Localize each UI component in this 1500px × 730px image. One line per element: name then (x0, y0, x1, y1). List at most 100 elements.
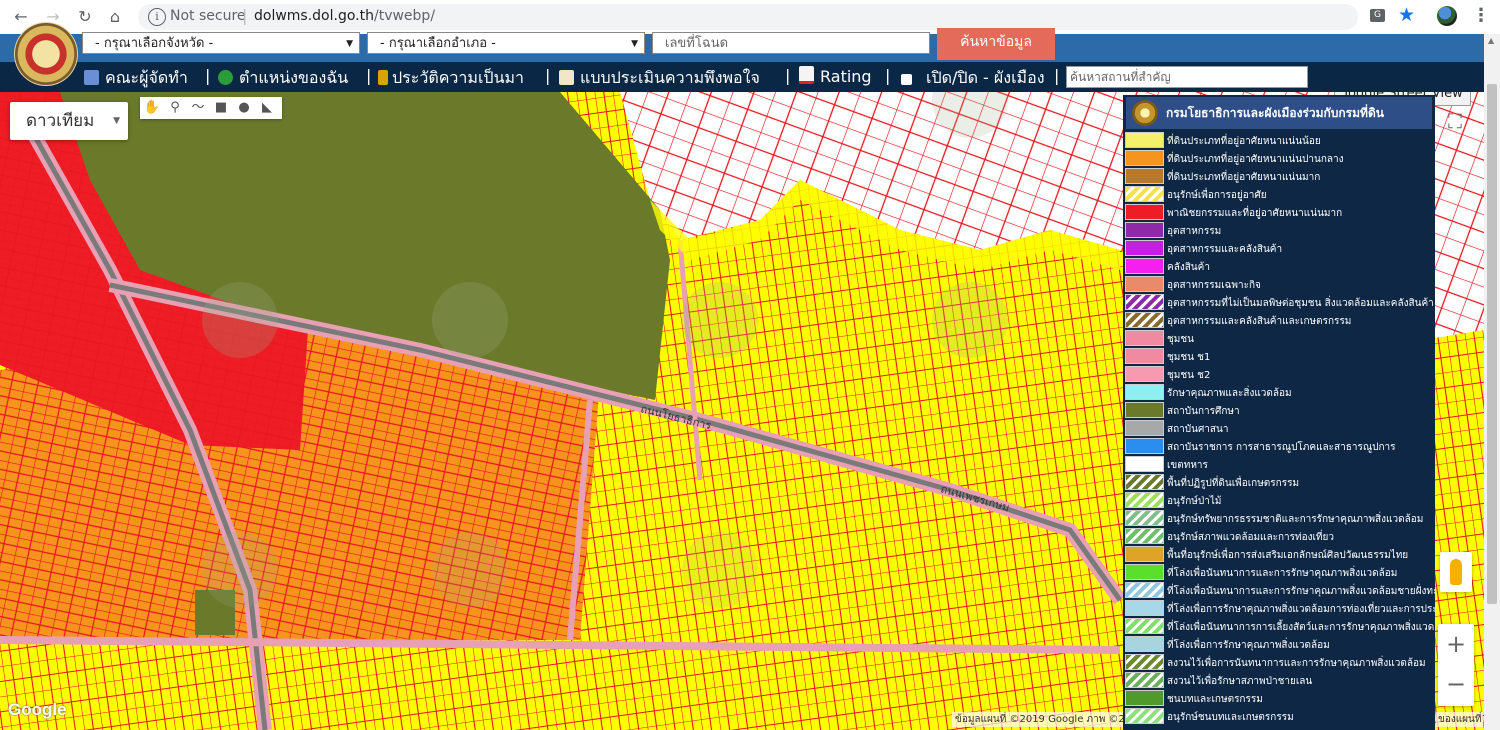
legend-item: ที่โล่งเพื่อการรักษาคุณภาพสิ่งแวดล้อม (1123, 636, 1435, 654)
profile-avatar-icon[interactable] (1437, 6, 1457, 26)
legend-label: อนุรักษ์ชนบทและเกษตรกรรม (1167, 712, 1294, 723)
url-host: dolwms.dol.go.th (254, 8, 374, 24)
legend-item: พื้นที่อนุรักษ์เพื่อการส่งเสริมเอกลักษณ์… (1123, 546, 1435, 564)
legend-label: เขตทหาร (1167, 460, 1208, 471)
legend-title: กรมโยธาธิการและผังเมืองร่วมกับกรมที่ดิน (1166, 106, 1384, 120)
legend-item: เขตทหาร (1123, 456, 1435, 474)
chevron-down-icon: ▼ (346, 39, 353, 49)
legend-swatch (1125, 672, 1164, 688)
info-icon[interactable]: i (148, 8, 166, 26)
legend-item: อุตสาหกรรม (1123, 222, 1435, 240)
legend-swatch (1125, 258, 1164, 274)
legend-swatch (1125, 204, 1164, 220)
nav-item-toggle-cityplan-label: เปิด/ปิด - ผังเมือง (926, 68, 1045, 87)
legend-swatch (1125, 456, 1164, 472)
nav-item-my-location-label: ตำแหน่งของฉัน (239, 68, 349, 87)
pegman-icon[interactable] (1440, 552, 1472, 592)
security-label: Not secure (170, 8, 246, 24)
checkbox-icon[interactable] (901, 74, 912, 85)
zoning-legend-panel: กรมโยธาธิการและผังเมืองร่วมกับกรมที่ดิน … (1123, 95, 1435, 730)
legend-swatch (1125, 510, 1164, 526)
nav-item-survey[interactable]: แบบประเมินความพึงพอใจ (559, 66, 760, 91)
legend-label: ที่โล่งเพื่อการรักษาคุณภาพสิ่งแวดล้อม (1167, 640, 1330, 651)
back-icon[interactable]: ← (10, 6, 32, 28)
nav-item-my-location[interactable]: ตำแหน่งของฉัน (218, 66, 348, 91)
legend-item: ชุมชน (1123, 330, 1435, 348)
deed-number-input[interactable]: เลขที่โฉนด (652, 32, 930, 54)
marker-icon[interactable]: ⚲ (165, 99, 185, 117)
polyline-icon[interactable]: 〜 (188, 99, 208, 117)
legend-label: ที่ดินประเภทที่อยู่อาศัยหนาแน่นมาก (1167, 172, 1321, 183)
legend-swatch (1125, 402, 1164, 418)
scroll-up-icon[interactable]: ▲ (1488, 36, 1494, 45)
bookmark-star-icon[interactable]: ★ (1398, 4, 1415, 26)
map-type-value: ดาวเทียม (26, 111, 95, 131)
department-logo (1132, 100, 1158, 126)
nav-item-history[interactable]: ประวัติความเป็นมา (378, 66, 524, 91)
reload-icon[interactable]: ↻ (74, 6, 96, 28)
legend-item: อุตสาหกรรมและคลังสินค้า (1123, 240, 1435, 258)
polygon-icon[interactable]: ◣ (257, 99, 277, 117)
map-attribution-right[interactable]: ของแผนที่ (1436, 712, 1484, 727)
legend-item: ที่โล่งเพื่อนันทนาการการเลี้ยงสัตว์และกา… (1123, 618, 1435, 636)
legend-item: พื้นที่ปฏิรูปที่ดินเพื่อเกษตรกรรม (1123, 474, 1435, 492)
legend-swatch (1125, 276, 1164, 292)
circle-icon[interactable]: ● (234, 99, 254, 117)
scrollbar-thumb[interactable] (1487, 84, 1497, 604)
nav-item-rating[interactable]: Rating (799, 66, 872, 86)
chevron-down-icon: ▼ (113, 116, 120, 126)
legend-item: ที่โล่งเพื่อนันทนาการและการรักษาคุณภาพสิ… (1123, 582, 1435, 600)
legend-label: อุตสาหกรรมเฉพาะกิจ (1167, 280, 1261, 291)
legend-swatch (1125, 474, 1164, 490)
province-select[interactable]: - กรุณาเลือกจังหวัด - ▼ (82, 32, 360, 54)
map-attribution[interactable]: ข้อมูลแผนที่ ©2019 Google ภาพ ©2019 (952, 712, 1147, 727)
url-separator: | (242, 6, 248, 25)
hand-pan-icon[interactable]: ✋ (142, 99, 162, 117)
legend-item: ที่ดินประเภทที่อยู่อาศัยหนาแน่นมาก (1123, 168, 1435, 186)
legend-item: สงวนไว้เพื่อรักษาสภาพป่าชายเลน (1123, 672, 1435, 690)
legend-label: สถาบันการศึกษา (1167, 406, 1240, 417)
zoom-control: + − (1438, 624, 1474, 706)
nav-item-team[interactable]: คณะผู้จัดทำ (84, 66, 188, 91)
legend-swatch (1125, 330, 1164, 346)
map-type-select[interactable]: ดาวเทียม ▼ (10, 102, 128, 140)
legend-swatch (1125, 546, 1164, 562)
legend-label: ที่ดินประเภทที่อยู่อาศัยหนาแน่นน้อย (1167, 136, 1321, 147)
legend-swatch (1125, 294, 1164, 310)
legend-item: คลังสินค้า (1123, 258, 1435, 276)
legend-label: ชุมชน ช2 (1167, 370, 1211, 381)
legend-item: ที่ดินประเภทที่อยู่อาศัยหนาแน่นปานกลาง (1123, 150, 1435, 168)
nav-separator: | (1054, 66, 1060, 85)
legend-item: ที่โล่งเพื่อนันทนาการและการรักษาคุณภาพสิ… (1123, 564, 1435, 582)
zoom-in-button[interactable]: + (1438, 624, 1474, 664)
seedling-icon (378, 70, 388, 85)
legend-item: อุตสาหกรรมและคลังสินค้าและเกษตรกรรม (1123, 312, 1435, 330)
legend-label: คลังสินค้า (1167, 262, 1210, 273)
page-scrollbar[interactable]: ▲ (1484, 34, 1500, 730)
legend-label: ชุมชน (1167, 334, 1195, 345)
address-bar[interactable]: i Not secure | dolwms.dol.go.th/tvwebp/ (138, 4, 1358, 30)
district-select[interactable]: - กรุณาเลือกอำเภอ - ▼ (367, 32, 645, 54)
legend-item: ชุมชน ช2 (1123, 366, 1435, 384)
rectangle-icon[interactable]: ■ (211, 99, 231, 117)
legend-label: ชุมชน ช1 (1167, 352, 1211, 363)
search-data-button[interactable]: ค้นหาข้อมูล (937, 28, 1055, 60)
browser-menu-icon[interactable]: ⋮ (1472, 5, 1490, 26)
chart-icon (799, 66, 814, 84)
translate-icon[interactable]: G (1370, 9, 1385, 22)
home-icon[interactable]: ⌂ (104, 6, 126, 28)
legend-swatch (1125, 618, 1164, 634)
nav-separator: | (545, 66, 551, 85)
place-search-input[interactable]: ค้นหาสถานที่สำคัญ (1066, 66, 1308, 88)
legend-swatch (1125, 186, 1164, 202)
fullscreen-icon[interactable]: ⛶ (1440, 106, 1470, 136)
legend-label: ลงวนไว้เพื่อการนันทนาการและการรักษาคุณภา… (1167, 658, 1426, 669)
google-logo: Google (8, 700, 67, 719)
url-path: /tvwebp/ (373, 8, 436, 24)
nav-separator: | (205, 66, 211, 85)
zoom-out-button[interactable]: − (1438, 664, 1474, 704)
legend-label: พาณิชยกรรมและที่อยู่อาศัยหนาแน่นมาก (1167, 208, 1343, 219)
legend-item: อุตสาหกรรมเฉพาะกิจ (1123, 276, 1435, 294)
nav-item-toggle-cityplan[interactable]: เปิด/ปิด - ผังเมือง (901, 66, 1045, 91)
legend-item: สถาบันศาสนา (1123, 420, 1435, 438)
